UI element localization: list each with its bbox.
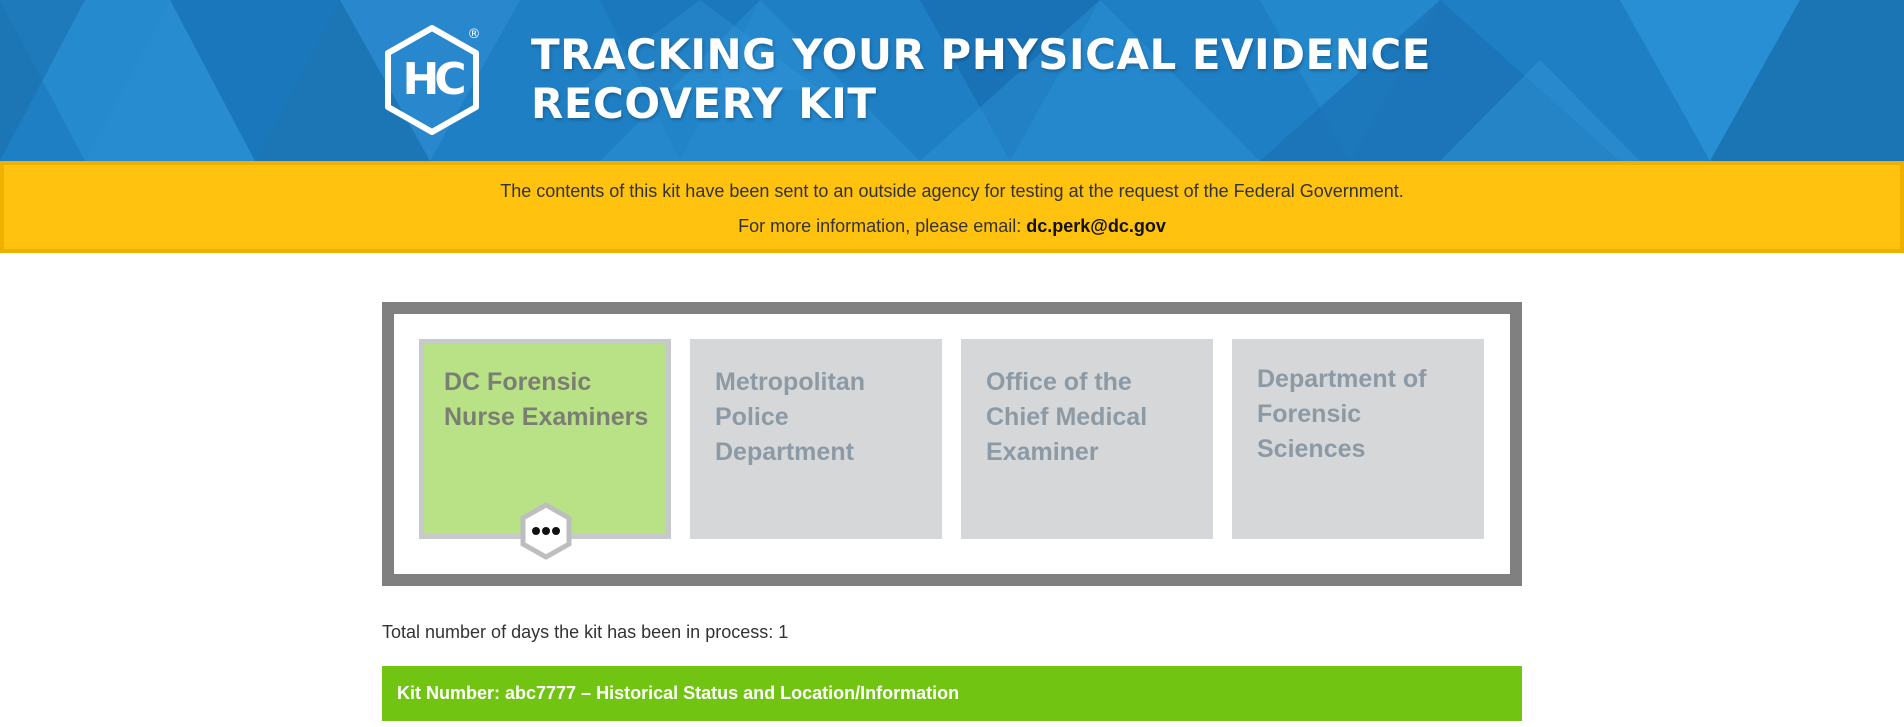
step-department-of-forensic-sciences[interactable]: Department of Forensic Sciences	[1232, 339, 1484, 539]
page-title: TRACKING YOUR PHYSICAL EVIDENCE RECOVERY…	[531, 30, 1431, 128]
step-label: Office of the Chief Medical Examiner	[986, 368, 1148, 466]
kit-history-header[interactable]: Kit Number: abc7777 – Historical Status …	[382, 666, 1522, 721]
step-metropolitan-police-department[interactable]: Metropolitan Police Department	[690, 339, 942, 539]
hc-logo[interactable]: HC ®	[380, 24, 484, 136]
logo-text: HC	[402, 54, 464, 105]
notice-banner: The contents of this kit have been sent …	[0, 161, 1904, 253]
step-label: Metropolitan Police Department	[715, 368, 865, 466]
days-in-process-text: Total number of days the kit has been in…	[382, 622, 789, 642]
contact-email-link[interactable]: dc.perk@dc.gov	[1026, 216, 1166, 236]
notice-message: The contents of this kit have been sent …	[500, 181, 1404, 201]
registered-mark: ®	[468, 27, 481, 42]
page-title-line-1: TRACKING YOUR PHYSICAL EVIDENCE	[531, 30, 1431, 79]
step-office-of-chief-medical-examiner[interactable]: Office of the Chief Medical Examiner	[961, 339, 1213, 539]
notice-contact-label: For more information, please email:	[738, 216, 1027, 236]
page-header: HC ® TRACKING YOUR PHYSICAL EVIDENCE REC…	[0, 0, 1904, 161]
step-label: Department of Forensic Sciences	[1257, 365, 1427, 463]
ellipsis-hexagon-icon	[520, 502, 572, 560]
step-label: DC Forensic Nurse Examiners	[444, 368, 649, 431]
step-dc-forensic-nurse-examiners[interactable]: DC Forensic Nurse Examiners	[419, 339, 671, 560]
notice-contact: For more information, please email: dc.p…	[4, 216, 1900, 237]
page-title-line-2: RECOVERY KIT	[531, 79, 877, 128]
kit-progress-tracker: DC Forensic Nurse Examiners Metropolitan…	[382, 302, 1522, 586]
kit-history-title: Kit Number: abc7777 – Historical Status …	[397, 683, 960, 703]
